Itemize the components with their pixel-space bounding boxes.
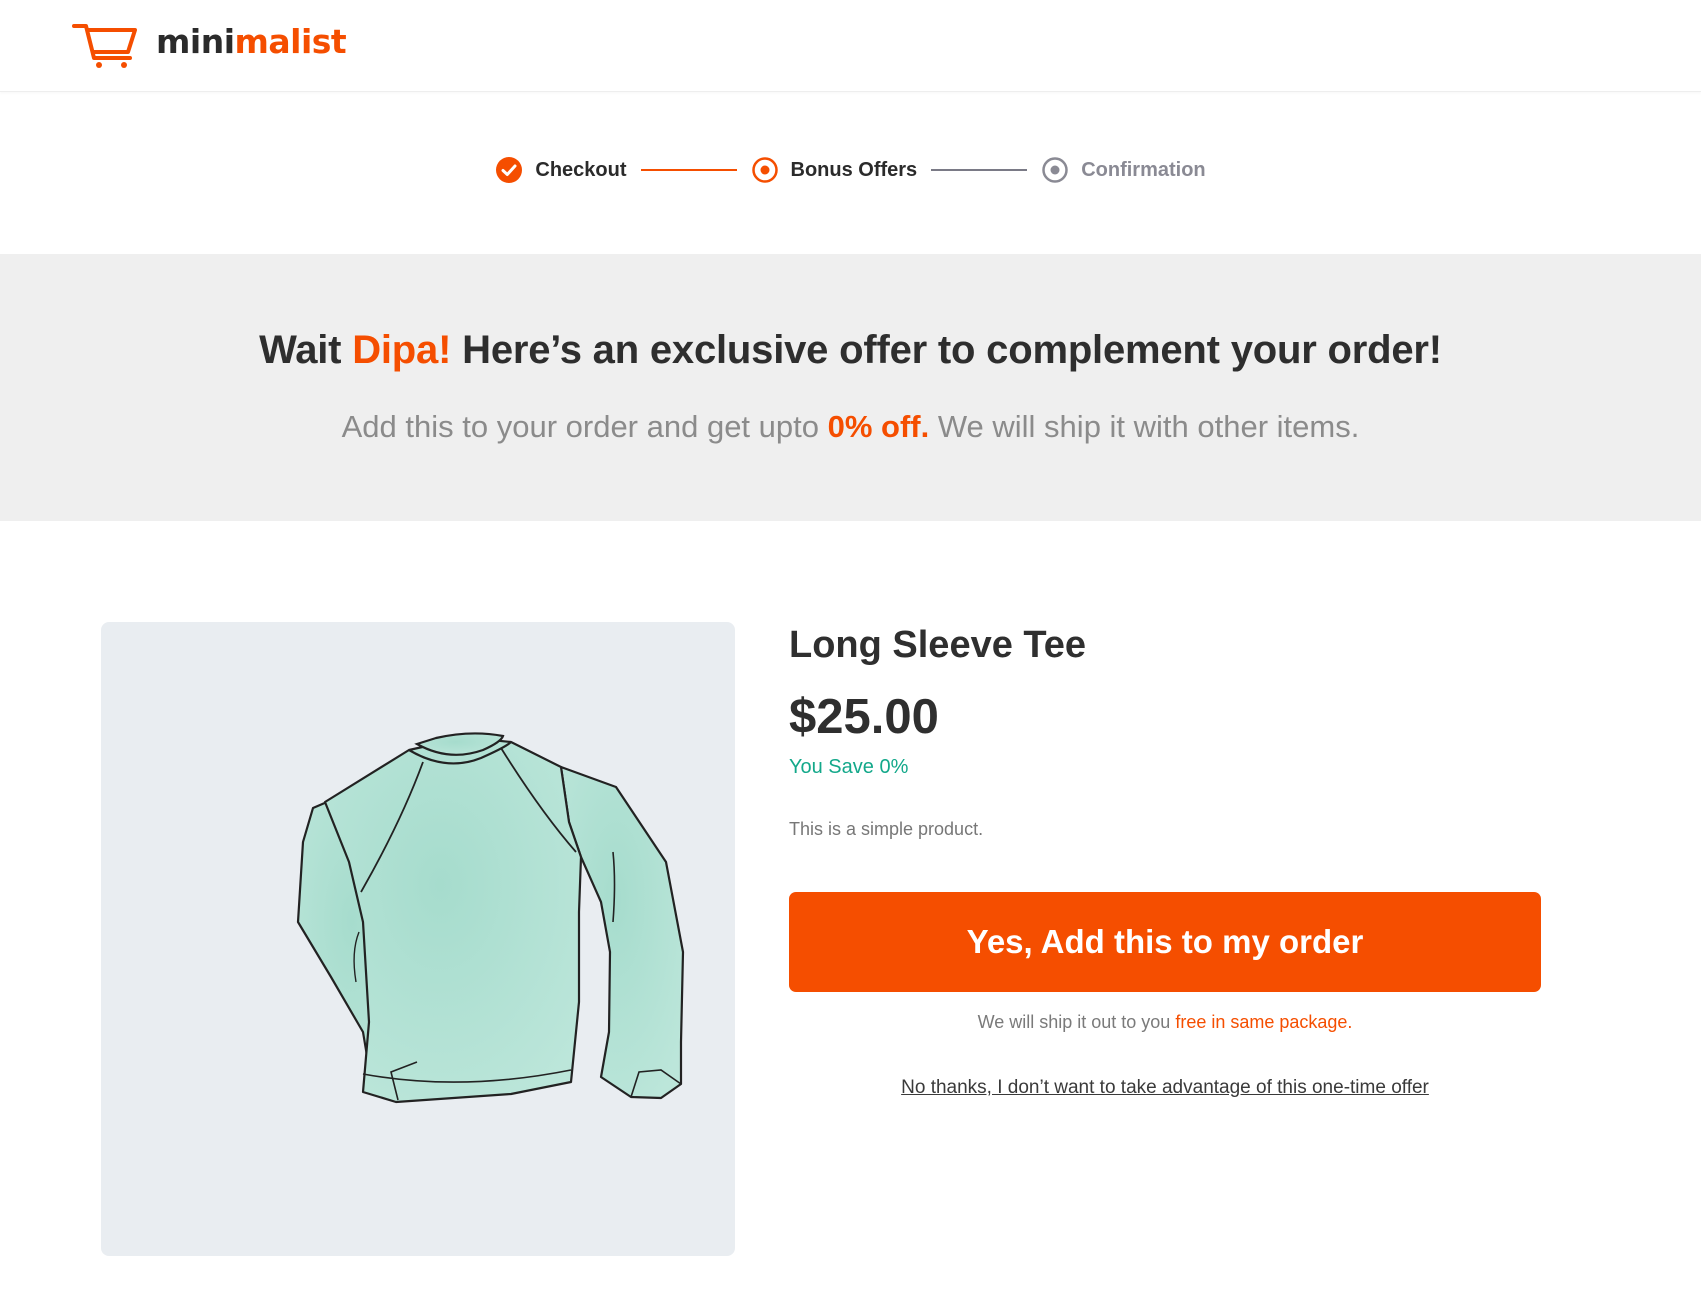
product-image (101, 622, 735, 1256)
step-connector-completed (640, 169, 737, 171)
brand-name-part2: malist (234, 21, 347, 61)
savings-label: You Save 0% (789, 756, 909, 778)
offer-banner: Wait Dipa! Here’s an exclusive offer to … (0, 254, 1701, 521)
brand-name: minimalist (156, 21, 347, 61)
subheadline-suffix: We will ship it with other items. (929, 409, 1360, 444)
product-description: This is a simple product. (789, 819, 984, 839)
site-header: minimalist (0, 0, 1701, 92)
offer-subheadline: Add this to your order and get upto 0% o… (0, 409, 1701, 445)
step-bonus-offers: Bonus Offers (751, 156, 918, 184)
product-details: Long Sleeve Tee $25.00 You Save 0% This … (789, 620, 1541, 1099)
headline-prefix: Wait (259, 328, 353, 372)
headline-suffix: Here’s an exclusive offer to complement … (451, 328, 1442, 372)
step-checkout: Checkout (495, 156, 627, 184)
radio-dot-icon (751, 157, 778, 183)
decline-offer-link[interactable]: No thanks, I don’t want to take advantag… (789, 1077, 1541, 1099)
discount-highlight: 0% off. (827, 409, 930, 444)
brand-name-part1: mini (156, 21, 235, 61)
product-title: Long Sleeve Tee (789, 624, 1087, 666)
step-label-checkout: Checkout (535, 158, 627, 181)
customer-name: Dipa! (352, 328, 452, 372)
radio-dot-icon (1042, 157, 1068, 183)
step-label-bonus-offers: Bonus Offers (790, 158, 918, 181)
checkout-progress: Checkout Bonus Offers Confirmation (0, 156, 1701, 184)
long-sleeve-tee-illustration (296, 732, 685, 1104)
brand-logo[interactable]: minimalist (72, 20, 347, 68)
product-price: $25.00 (789, 690, 939, 744)
shopping-cart-icon (72, 24, 137, 68)
step-connector-upcoming (931, 169, 1028, 171)
shipping-note: We will ship it out to you free in same … (789, 1012, 1541, 1033)
offer-headline: Wait Dipa! Here’s an exclusive offer to … (0, 328, 1701, 373)
step-label-confirmation: Confirmation (1081, 158, 1206, 181)
shipping-note-text: We will ship it out to you (977, 1012, 1176, 1032)
subheadline-prefix: Add this to your order and get upto (341, 409, 828, 444)
shipping-note-highlight: free in same package. (1175, 1012, 1353, 1032)
step-confirmation: Confirmation (1041, 156, 1206, 184)
add-to-order-button[interactable]: Yes, Add this to my order (789, 892, 1541, 992)
check-circle-icon (496, 157, 523, 183)
